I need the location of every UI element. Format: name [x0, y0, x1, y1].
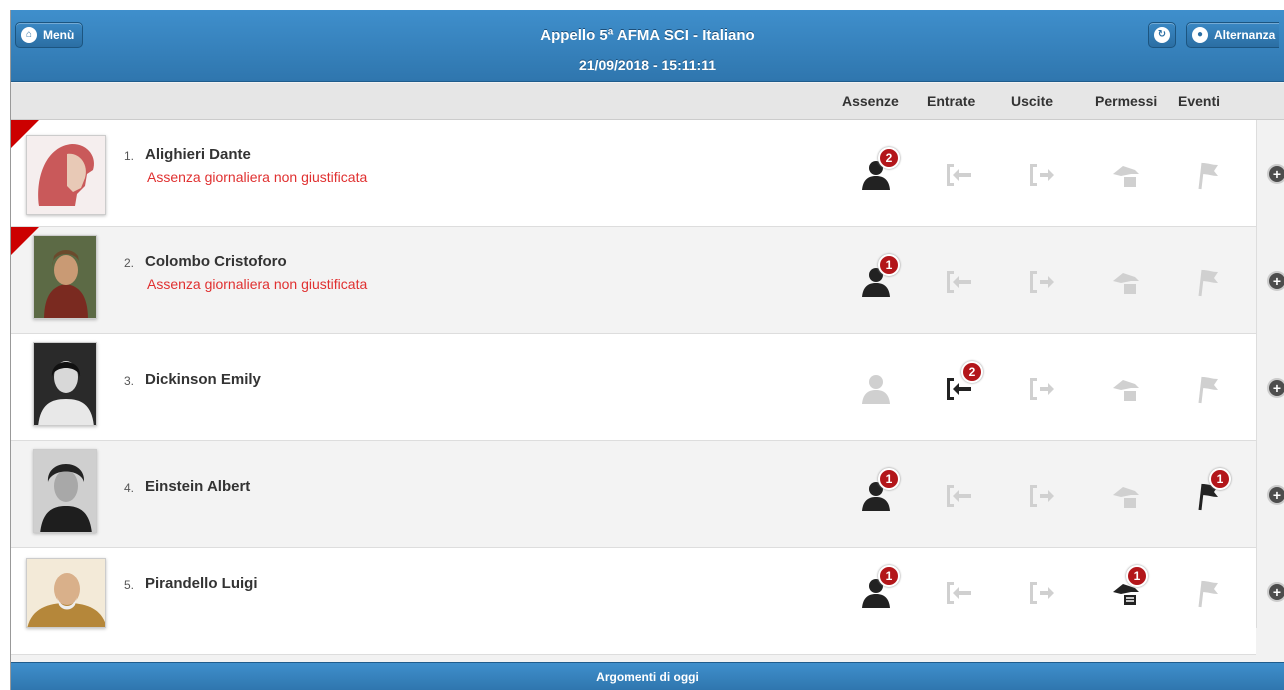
permission-icon [1113, 166, 1139, 187]
column-eventi: Eventi [1178, 93, 1221, 109]
uscite-cell[interactable] [1022, 573, 1062, 613]
flag-icon [1198, 269, 1218, 297]
alternanza-button[interactable]: ● Alternanza [1186, 22, 1280, 48]
add-button[interactable]: + [1267, 485, 1284, 505]
count-badge: 1 [878, 468, 900, 490]
assenze-cell[interactable] [856, 369, 896, 409]
assenze-cell[interactable]: 1 [856, 254, 900, 302]
uscite-cell[interactable] [1022, 369, 1062, 409]
student-number: 4. [124, 481, 135, 495]
header-bar: ⌂ Menù Appello 5ª AFMA SCI - Italiano 21… [11, 10, 1284, 82]
exit-icon [1030, 164, 1054, 186]
student-number: 3. [124, 374, 135, 388]
column-permessi: Permessi [1095, 93, 1158, 109]
permission-icon [1113, 273, 1139, 294]
count-badge: 1 [1209, 468, 1231, 490]
lock-icon: ● [1192, 27, 1208, 43]
entry-icon [947, 271, 971, 293]
assenze-cell[interactable]: 2 [856, 147, 900, 195]
flag-icon [1198, 162, 1218, 190]
permessi-cell[interactable] [1106, 155, 1146, 195]
page-datetime: 21/09/2018 - 15:11:11 [578, 57, 716, 73]
column-uscite: Uscite [1011, 93, 1054, 109]
argomenti-footer-button[interactable]: Argomenti di oggi [11, 662, 1284, 690]
uscite-cell[interactable] [1022, 476, 1062, 516]
permessi-cell[interactable] [1106, 369, 1146, 409]
eventi-cell[interactable] [1189, 369, 1229, 409]
assenze-cell[interactable]: 1 [856, 468, 900, 516]
eventi-cell[interactable] [1189, 262, 1229, 302]
eventi-cell[interactable]: 1 [1189, 468, 1231, 516]
entry-icon [947, 485, 971, 507]
count-badge: 2 [961, 361, 983, 383]
entry-icon [947, 164, 971, 186]
add-button[interactable]: + [1267, 378, 1284, 398]
flag-icon [1198, 376, 1218, 404]
refresh-icon: ↻ [1154, 27, 1170, 43]
column-entrate: Entrate [927, 93, 976, 109]
entrate-cell[interactable] [939, 262, 979, 302]
student-note: Assenza giornaliera non giustificata [147, 169, 368, 185]
eventi-cell[interactable] [1189, 573, 1229, 613]
student-name[interactable]: Einstein Albert [145, 478, 250, 495]
add-button[interactable]: + [1267, 582, 1284, 602]
uscite-cell[interactable] [1022, 262, 1062, 302]
assenze-cell[interactable]: 1 [856, 565, 900, 613]
student-name[interactable]: Colombo Cristoforo [145, 253, 287, 270]
uscite-cell[interactable] [1022, 155, 1062, 195]
eventi-cell[interactable] [1189, 155, 1229, 195]
student-row: 1. Alighieri Dante Assenza giornaliera n… [11, 120, 1284, 227]
student-row: 5. Pirandello Luigi 1 1 + [11, 548, 1284, 655]
count-badge: 1 [878, 565, 900, 587]
exit-icon [1030, 378, 1054, 400]
permission-icon [1113, 380, 1139, 401]
entrate-cell[interactable]: 2 [939, 361, 983, 409]
student-photo [33, 342, 97, 426]
student-row: 3. Dickinson Emily 2 + [11, 334, 1284, 441]
student-note: Assenza giornaliera non giustificata [147, 276, 368, 292]
student-name[interactable]: Pirandello Luigi [145, 575, 258, 592]
permission-icon [1113, 487, 1139, 508]
exit-icon [1030, 271, 1054, 293]
exit-icon [1030, 582, 1054, 604]
student-photo [33, 449, 97, 533]
student-photo [26, 558, 106, 628]
permessi-cell[interactable]: 1 [1106, 565, 1148, 613]
student-number: 2. [124, 256, 135, 270]
permessi-cell[interactable] [1106, 476, 1146, 516]
exit-icon [1030, 485, 1054, 507]
entrate-cell[interactable] [939, 155, 979, 195]
student-row: 2. Colombo Cristoforo Assenza giornalier… [11, 227, 1284, 334]
count-badge: 1 [878, 254, 900, 276]
student-name[interactable]: Dickinson Emily [145, 371, 261, 388]
permessi-cell[interactable] [1106, 262, 1146, 302]
student-photo [26, 135, 106, 215]
add-button[interactable]: + [1267, 271, 1284, 291]
add-button[interactable]: + [1267, 164, 1284, 184]
flag-icon [1198, 580, 1218, 608]
app-frame: ⌂ Menù Appello 5ª AFMA SCI - Italiano 21… [10, 10, 1284, 690]
count-badge: 1 [1126, 565, 1148, 587]
page-title: Appello 5ª AFMA SCI - Italiano [540, 27, 755, 44]
student-number: 1. [124, 149, 135, 163]
alternanza-label: Alternanza [1214, 28, 1276, 42]
entry-icon [947, 582, 971, 604]
entrate-cell[interactable] [939, 573, 979, 613]
student-row: 4. Einstein Albert 1 1 + [11, 441, 1284, 548]
column-assenze: Assenze [842, 93, 899, 109]
entrate-cell[interactable] [939, 476, 979, 516]
person-icon [862, 375, 890, 404]
column-separator [1256, 120, 1257, 628]
count-badge: 2 [878, 147, 900, 169]
student-number: 5. [124, 578, 135, 592]
refresh-button[interactable]: ↻ [1148, 22, 1176, 48]
column-header: Assenze Entrate Uscite Permessi Eventi [11, 83, 1284, 120]
student-photo [33, 235, 97, 319]
student-name[interactable]: Alighieri Dante [145, 146, 251, 163]
